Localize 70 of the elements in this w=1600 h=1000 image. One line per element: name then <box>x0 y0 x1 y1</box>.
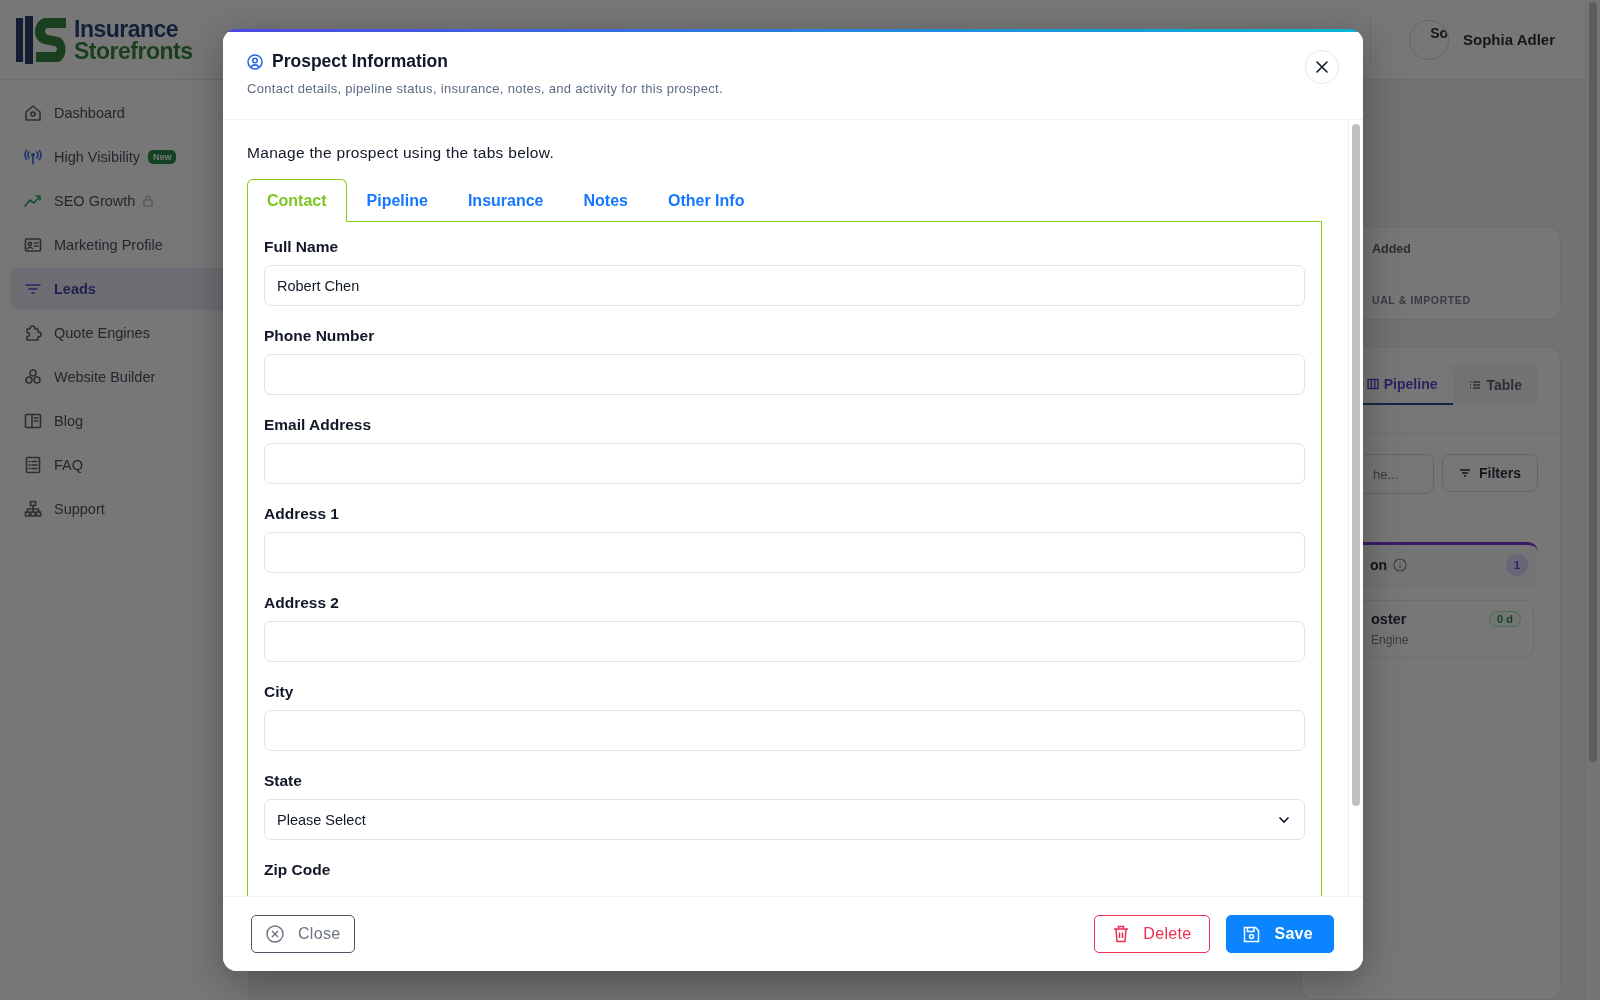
user-icon <box>247 53 263 70</box>
chevron-down-icon <box>1278 815 1290 824</box>
logo-text: Storefronts <box>74 39 193 62</box>
view-tab[interactable]: Table <box>1453 365 1538 406</box>
close-circle-icon <box>266 925 284 943</box>
sidebar-item[interactable]: Website Builder <box>10 356 239 398</box>
sidebar-item[interactable]: Quote Engines <box>10 312 239 354</box>
age-badge: 0 d <box>1489 611 1521 628</box>
home-icon <box>24 104 42 122</box>
sidebar-item[interactable]: FAQ <box>10 444 239 486</box>
close-dialog-button[interactable]: Close <box>251 915 356 953</box>
trend-icon <box>24 192 42 210</box>
field-label: State <box>264 772 303 790</box>
new-badge: New <box>147 150 177 164</box>
stat-label: Added <box>1372 241 1411 256</box>
info-icon <box>1393 558 1408 573</box>
field-label: Phone Number <box>264 327 376 345</box>
close-button[interactable] <box>1305 50 1339 84</box>
field-label: Email Address <box>264 416 373 434</box>
dialog-title: Prospect Information <box>272 51 448 72</box>
card-icon <box>24 236 42 254</box>
user-name[interactable]: Sophia Adler <box>1463 31 1555 48</box>
column-title: on <box>1370 557 1388 574</box>
field-label: Full Name <box>264 238 340 256</box>
lead-source: Engine <box>1371 633 1410 648</box>
input-field[interactable] <box>264 710 1305 751</box>
list-icon <box>1469 379 1482 392</box>
list-icon <box>24 456 42 474</box>
sidebar-item[interactable]: SEO Growth <box>10 180 239 222</box>
scrollbar[interactable] <box>1585 0 1600 1000</box>
tab[interactable]: Pipeline <box>346 179 448 221</box>
puzzle-icon <box>24 324 42 342</box>
field-label: Address 1 <box>264 505 340 523</box>
input-field[interactable] <box>264 443 1305 484</box>
select-field[interactable]: Please Select <box>264 799 1305 840</box>
field-label: City <box>264 683 295 701</box>
field-label: Address 2 <box>264 594 340 612</box>
sidebar-item[interactable]: High Visibility New <box>10 136 239 178</box>
cubes-icon <box>24 368 42 386</box>
close-icon <box>1315 60 1329 74</box>
logo-text: Insurance <box>74 17 179 40</box>
sidebar-item[interactable]: Blog <box>10 400 239 442</box>
trash-icon <box>1113 925 1130 943</box>
sidebar-item[interactable]: Dashboard <box>10 92 239 134</box>
tab[interactable]: Insurance <box>447 179 564 221</box>
scrollbar[interactable] <box>1348 120 1363 896</box>
book-icon <box>24 412 42 430</box>
input-field[interactable] <box>264 354 1305 395</box>
filters-button[interactable]: Filters <box>1442 454 1538 493</box>
input-field[interactable]: Robert Chen <box>264 265 1305 306</box>
dialog-subtitle: Contact details, pipeline status, insurance, notes, and activity for this prospect. <box>247 81 724 96</box>
filter-icon <box>1459 468 1471 479</box>
delete-button[interactable]: Delete <box>1094 915 1211 953</box>
input-field[interactable] <box>264 532 1305 573</box>
avatar-alt-text: So <box>1430 24 1449 41</box>
sidebar-item[interactable]: Support <box>10 488 239 530</box>
count-badge: 1 <box>1506 554 1528 577</box>
columns-icon <box>1366 378 1379 391</box>
intro-text: Manage the prospect using the tabs below. <box>247 144 555 162</box>
field-label: Zip Code <box>264 861 332 879</box>
input-field[interactable] <box>264 621 1305 662</box>
tab[interactable]: Notes <box>563 179 648 221</box>
lead-name: oster <box>1371 611 1407 628</box>
tree-icon <box>24 500 42 518</box>
antenna-icon <box>24 148 42 166</box>
stat-caption: UAL & IMPORTED <box>1372 293 1471 306</box>
sidebar-item[interactable]: Marketing Profile <box>10 224 239 266</box>
save-button[interactable]: Save <box>1226 915 1334 953</box>
tab[interactable]: Other Info <box>647 179 765 221</box>
tab[interactable]: Contact <box>247 179 347 222</box>
